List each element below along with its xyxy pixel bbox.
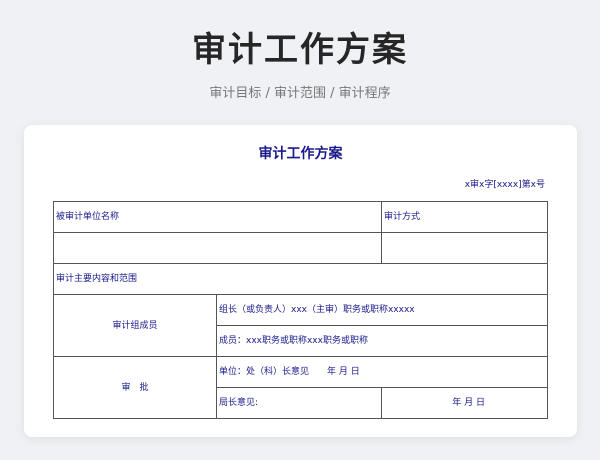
team-members-text: 成员：xxx职务或职称xxx职务或职称 xyxy=(215,325,549,357)
form-row-unit-header: 被审计单位名称 审计方式 xyxy=(52,201,549,233)
approval-label: 审 批 xyxy=(53,356,217,419)
content-scope-label: 审计主要内容和范围 xyxy=(52,263,549,295)
team-leader-text: 组长（或负责人）xxx（主审）职务或职称xxxxx xyxy=(215,294,549,326)
unit-opinion-text: 单位：处（科）长意见 年 月 日 xyxy=(215,356,549,388)
director-opinion-label: 局长意见: xyxy=(215,387,383,419)
page-title: 审计工作方案 xyxy=(192,30,408,70)
form-row-team-leader: 审计组成员 组长（或负责人）xxx（主审）职务或职称xxxxx xyxy=(53,294,549,357)
form-row-scope: 审计主要内容和范围 xyxy=(52,263,549,295)
document-number: x审x字[xxxx]第x号 xyxy=(464,180,545,190)
director-date-text: 年 月 日 xyxy=(381,387,549,419)
audit-method-label: 审计方式 xyxy=(381,201,549,233)
audit-plan-form: 被审计单位名称 审计方式 审计主要内容和范围 审计组成员 组长（或负责人）xxx… xyxy=(52,201,549,419)
document-card: 审计工作方案 x审x字[xxxx]第x号 被审计单位名称 审计方式 审计主要内容… xyxy=(24,125,577,437)
document-title: 审计工作方案 xyxy=(258,146,343,162)
team-label: 审计组成员 xyxy=(53,294,217,357)
page-subtitle: 审计目标 / 审计范围 / 审计程序 xyxy=(209,86,391,101)
audit-method-value[interactable] xyxy=(381,232,549,264)
form-row-unit-value xyxy=(52,232,549,264)
audited-unit-label: 被审计单位名称 xyxy=(52,201,383,233)
audited-unit-value[interactable] xyxy=(52,232,383,264)
form-row-unit-opinion: 审 批 单位：处（科）长意见 年 月 日 xyxy=(53,356,549,419)
